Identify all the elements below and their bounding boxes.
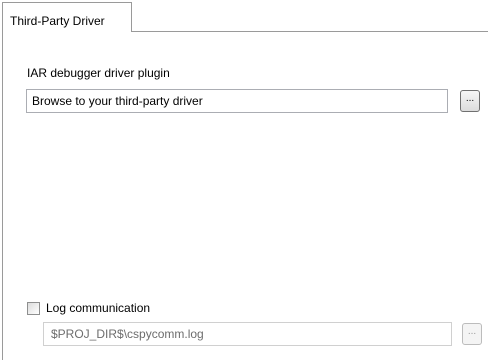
- log-communication-checkbox[interactable]: [27, 302, 40, 315]
- tab-label: Third-Party Driver: [10, 14, 105, 28]
- browse-driver-button[interactable]: ...: [460, 90, 480, 112]
- driver-path-input[interactable]: Browse to your third-party driver: [26, 89, 448, 113]
- log-communication-label[interactable]: Log communication: [46, 301, 150, 315]
- log-path-input[interactable]: $PROJ_DIR$\cspycomm.log: [43, 322, 452, 346]
- driver-plugin-label: IAR debugger driver plugin: [27, 66, 170, 80]
- options-page: Third-Party Driver IAR debugger driver p…: [0, 0, 488, 360]
- browse-log-button[interactable]: ...: [462, 323, 482, 345]
- tab-third-party-driver[interactable]: Third-Party Driver: [2, 2, 132, 32]
